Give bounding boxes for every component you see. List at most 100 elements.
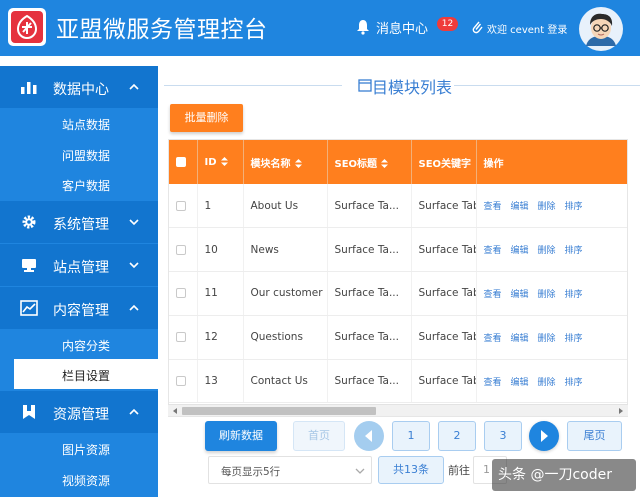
prev-page-button[interactable] (354, 421, 384, 451)
view-link[interactable]: 查看 (484, 290, 502, 300)
page-1-button[interactable]: 1 (392, 421, 430, 451)
column-header-id[interactable]: ID (197, 140, 244, 184)
sort-link[interactable]: 排序 (565, 290, 583, 300)
welcome-text: 欢迎 cevent 登录 (487, 25, 568, 36)
sidebar-item-customer-data[interactable]: 客户数据 (0, 169, 158, 199)
delete-link[interactable]: 删除 (538, 202, 556, 212)
sort-link[interactable]: 排序 (565, 378, 583, 388)
chevron-up-icon[interactable] (128, 406, 140, 418)
edit-link[interactable]: 编辑 (511, 378, 529, 388)
view-link[interactable]: 查看 (484, 334, 502, 344)
bookmark-icon (23, 405, 35, 419)
message-count-badge: 12 (437, 17, 458, 31)
select-all-checkbox[interactable] (176, 156, 186, 167)
sidebar-group-system[interactable]: 系统管理 (0, 201, 158, 243)
refresh-data-button[interactable]: 刷新数据 (205, 421, 277, 451)
chevron-down-icon[interactable] (128, 259, 140, 271)
sidebar-group-content[interactable]: 内容管理 (0, 287, 158, 329)
edit-link[interactable]: 编辑 (511, 290, 529, 300)
page-size-select[interactable]: 每页显示5行 (208, 456, 372, 484)
column-header-seo-title[interactable]: SEO标题 (327, 140, 412, 184)
row-checkbox[interactable] (176, 244, 186, 255)
cell-name: Contact Us (243, 359, 328, 404)
divider (164, 85, 342, 86)
chevron-down-icon[interactable] (128, 216, 140, 228)
chevron-up-icon[interactable] (128, 81, 140, 93)
cell-seo-title: Surface Ta... (327, 315, 412, 360)
cell-id: 13 (197, 359, 244, 404)
first-page-button[interactable]: 首页 (293, 421, 345, 451)
edit-link[interactable]: 编辑 (511, 202, 529, 212)
cell-name: About Us (243, 184, 328, 229)
view-link[interactable]: 查看 (484, 378, 502, 388)
sidebar-item-column-settings[interactable]: 栏目设置 (14, 359, 158, 389)
cell-actions: 查看 编辑 删除 排序 (476, 359, 627, 404)
sort-link[interactable]: 排序 (565, 334, 583, 344)
cell-seo-keywords: Surface Tab (411, 227, 477, 273)
delete-link[interactable]: 删除 (538, 378, 556, 388)
app-title: 亚盟微服务管理控台 (56, 17, 268, 43)
sort-link[interactable]: 排序 (565, 202, 583, 212)
cell-actions: 查看 编辑 删除 排序 (476, 271, 627, 316)
sidebar-item-video-resources[interactable]: 视频资源 (0, 464, 158, 494)
next-page-button[interactable] (529, 421, 559, 451)
cell-actions: 查看 编辑 删除 排序 (476, 227, 627, 273)
page-3-button[interactable]: 3 (484, 421, 522, 451)
module-table: ID 模块名称 SEO标题 SEO关键字 操作 1 About Us Surface… (168, 139, 628, 417)
view-link[interactable]: 查看 (484, 246, 502, 256)
cell-seo-title: Surface Ta... (327, 227, 412, 273)
delete-link[interactable]: 删除 (538, 290, 556, 300)
last-page-button[interactable]: 尾页 (567, 421, 622, 451)
column-header-seo-keywords[interactable]: SEO关键字 (411, 140, 477, 184)
cell-actions: 查看 编辑 删除 排序 (476, 184, 627, 229)
sidebar-group-data-center[interactable]: 数据中心 (0, 66, 158, 108)
scroll-left-icon[interactable] (172, 408, 178, 414)
row-checkbox[interactable] (176, 200, 186, 211)
page-2-button[interactable]: 2 (438, 421, 476, 451)
chevron-up-icon[interactable] (128, 302, 140, 314)
scrollbar-thumb[interactable] (182, 407, 376, 415)
row-select-cell (169, 227, 198, 273)
bell-icon[interactable] (356, 19, 370, 35)
cell-name: News (243, 227, 328, 273)
sidebar-group-label: 数据中心 (53, 82, 109, 98)
sidebar-group-resources[interactable]: 资源管理 (0, 391, 158, 433)
sort-icon[interactable] (220, 157, 228, 166)
table-row: 12 Questions Surface Ta... Surface Tab 查看 编辑删… (169, 315, 627, 360)
scroll-right-icon[interactable] (618, 408, 624, 414)
edit-link[interactable]: 编辑 (511, 246, 529, 256)
sort-icon[interactable] (294, 159, 302, 168)
sidebar: 数据中心 站点数据 问盟数据 客户数据 系统管理 站点管理 内容管理 内容分类 … (0, 66, 158, 497)
row-checkbox[interactable] (176, 376, 186, 387)
sidebar-item-image-resources[interactable]: 图片资源 (0, 433, 158, 463)
message-center-link[interactable]: 消息中心 (376, 18, 428, 37)
sort-icon[interactable] (381, 159, 389, 168)
sidebar-group-label: 站点管理 (53, 260, 109, 276)
row-checkbox[interactable] (176, 288, 186, 299)
sidebar-item-wenmeng-data[interactable]: 问盟数据 (0, 139, 158, 169)
column-header-name[interactable]: 模块名称 (243, 140, 328, 184)
horizontal-scrollbar[interactable] (168, 404, 628, 416)
delete-link[interactable]: 删除 (538, 334, 556, 344)
cell-name: Questions (243, 315, 328, 360)
trend-icon (20, 300, 38, 316)
delete-link[interactable]: 删除 (538, 246, 556, 256)
user-avatar[interactable] (578, 6, 624, 52)
sidebar-item-content-category[interactable]: 内容分类 (0, 329, 158, 359)
row-checkbox[interactable] (176, 332, 186, 343)
view-link[interactable]: 查看 (484, 202, 502, 212)
select-all-cell (169, 140, 198, 184)
sort-link[interactable]: 排序 (565, 246, 583, 256)
bar-chart-icon (21, 82, 37, 94)
edit-link[interactable]: 编辑 (511, 334, 529, 344)
chevron-down-icon (355, 468, 365, 474)
batch-delete-button[interactable]: 批量删除 (170, 104, 243, 132)
app-logo[interactable] (8, 8, 46, 46)
cell-seo-keywords: Surface Tab (411, 184, 477, 229)
sidebar-item-site-data[interactable]: 站点数据 (0, 108, 158, 138)
table-row: 1 About Us Surface Ta... Surface Tab 查看 编辑 删除排… (169, 184, 627, 229)
cell-seo-keywords: Surface Tab (411, 315, 477, 360)
table-row: 13 Contact Us Surface Ta... Surface Tab 查看 编辑… (169, 359, 627, 404)
cell-id: 11 (197, 271, 244, 316)
sidebar-group-site[interactable]: 站点管理 (0, 244, 158, 286)
